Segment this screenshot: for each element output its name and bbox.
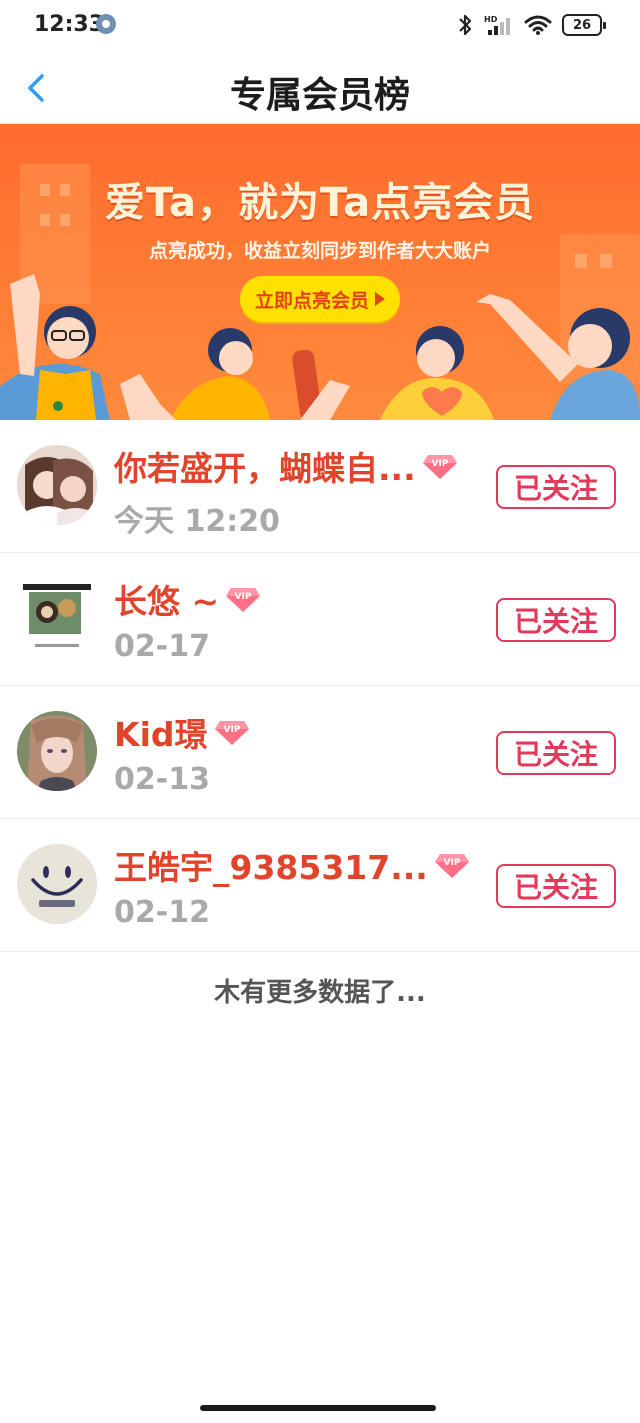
member-name: Kid璟	[114, 715, 208, 754]
cellular-signal-icon: HD	[484, 15, 510, 35]
followed-button[interactable]: 已关注	[496, 465, 616, 509]
member-date: 02-12	[114, 895, 210, 930]
status-bar: 12:33 HD 26	[0, 0, 640, 50]
member-name: 长悠 ~	[114, 582, 220, 621]
member-date: 02-17	[114, 629, 210, 664]
status-icons: HD 26	[456, 12, 606, 38]
member-date: 今天 12:20	[114, 504, 280, 539]
vip-badge-label: VIP	[443, 858, 460, 868]
followed-button[interactable]: 已关注	[496, 598, 616, 642]
promo-banner[interactable]: 爱Ta，就为Ta点亮会员 点亮成功，收益立刻同步到作者大大账户 立即点亮会员	[0, 124, 640, 420]
member-row[interactable]: Kid璟 VIP 02-13 已关注	[0, 686, 640, 819]
banner-subtitle: 点亮成功，收益立刻同步到作者大大账户	[148, 240, 491, 262]
settings-gear-icon	[96, 14, 116, 34]
member-name-line: 王皓宇_9385317... VIP	[114, 841, 470, 889]
page-title: 专属会员榜	[229, 75, 410, 116]
vip-badge-label: VIP	[431, 459, 448, 469]
avatar-smiley-face-image	[17, 844, 97, 924]
followed-button[interactable]: 已关注	[496, 864, 616, 908]
vip-diamond-icon: VIP	[434, 854, 469, 878]
no-more-data-text: 木有更多数据了...	[214, 978, 426, 1008]
light-up-membership-button[interactable]: 立即点亮会员	[240, 276, 400, 322]
member-row[interactable]: 长悠 ~ VIP 02-17 已关注	[0, 553, 640, 686]
member-row[interactable]: 你若盛开，蝴蝶自... VIP 今天 12:20 已关注	[0, 420, 640, 553]
avatar[interactable]	[17, 844, 97, 924]
avatar[interactable]	[17, 711, 97, 791]
banner-title: 爱Ta，就为Ta点亮会员	[104, 180, 536, 226]
bluetooth-icon	[459, 14, 472, 36]
member-name-line: 你若盛开，蝴蝶自... VIP	[114, 442, 458, 490]
vip-diamond-icon: VIP	[226, 588, 261, 612]
vip-badge-label: VIP	[235, 592, 252, 602]
battery-level: 26	[572, 17, 592, 33]
avatar-snack-photo-image	[17, 578, 97, 658]
battery-indicator: 26	[562, 14, 606, 36]
banner-illustration	[0, 164, 640, 420]
member-row[interactable]: 王皓宇_9385317... VIP 02-12 已关注	[0, 819, 640, 952]
wifi-icon	[524, 15, 552, 35]
member-date: 02-13	[114, 762, 210, 797]
status-time: 12:33	[34, 12, 105, 37]
nav-header: 专属会员榜	[0, 50, 640, 124]
member-list: 你若盛开，蝴蝶自... VIP 今天 12:20 已关注 长悠 ~ VIP 02…	[0, 420, 640, 952]
light-up-button-label: 立即点亮会员	[254, 289, 369, 312]
member-name: 你若盛开，蝴蝶自...	[114, 449, 416, 488]
member-name-line: Kid璟 VIP	[114, 708, 250, 756]
home-indicator[interactable]	[200, 1405, 436, 1411]
avatar-anime-portrait-image	[17, 711, 97, 791]
play-arrow-icon	[375, 292, 385, 306]
avatar[interactable]	[17, 445, 97, 525]
avatar[interactable]	[17, 578, 97, 658]
vip-diamond-icon: VIP	[422, 455, 457, 479]
member-name-line: 长悠 ~ VIP	[114, 575, 261, 623]
vip-diamond-icon: VIP	[214, 721, 249, 745]
vip-badge-label: VIP	[223, 725, 240, 735]
member-name: 王皓宇_9385317...	[114, 848, 428, 887]
network-type-label: HD	[484, 15, 498, 24]
followed-button[interactable]: 已关注	[496, 731, 616, 775]
avatar-anime-girls-image	[17, 445, 97, 525]
